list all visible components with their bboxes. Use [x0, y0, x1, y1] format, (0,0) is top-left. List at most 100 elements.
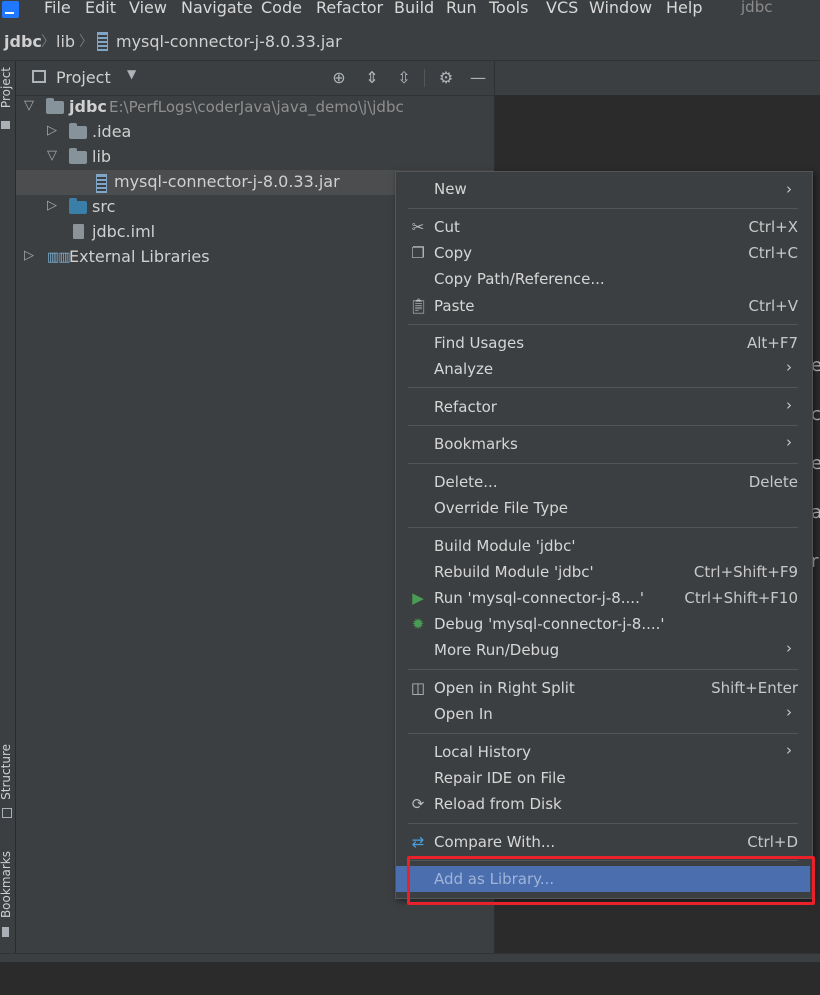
menu-help[interactable]: Help — [666, 0, 702, 17]
menu-separator — [408, 425, 798, 426]
breadcrumb-jar[interactable]: mysql-connector-j-8.0.33.jar — [116, 32, 342, 51]
menu-separator — [408, 669, 798, 670]
tree-label: jdbc.iml — [92, 222, 156, 241]
menu-item-repair-ide[interactable]: Repair IDE on File — [434, 769, 566, 787]
menu-item-reload-from-disk[interactable]: Reload from Disk — [434, 795, 562, 813]
menu-item-compare-with[interactable]: Compare With... — [434, 833, 555, 851]
breadcrumb-lib[interactable]: lib — [56, 32, 75, 51]
jar-icon — [97, 32, 108, 51]
chevron-down-icon[interactable]: ▽ — [47, 148, 57, 163]
menu-navigate[interactable]: Navigate — [181, 0, 253, 17]
menu-item-more-run-debug[interactable]: More Run/Debug — [434, 641, 559, 659]
menu-item-local-history[interactable]: Local History — [434, 743, 531, 761]
tree-label: External Libraries — [69, 247, 210, 266]
module-folder-icon — [46, 98, 64, 114]
tree-row-jdbc[interactable]: ▽ jdbc E:\PerfLogs\coderJava\java_demo\j… — [16, 95, 494, 120]
menu-view[interactable]: View — [129, 0, 167, 17]
menu-separator — [408, 208, 798, 209]
locate-icon[interactable]: ⊕ — [330, 69, 348, 87]
copy-icon: ❐ — [411, 244, 425, 262]
tree-label: src — [92, 197, 116, 216]
menu-item-delete[interactable]: Delete... — [434, 473, 498, 491]
chevron-down-icon[interactable]: ▼ — [127, 67, 136, 81]
menu-vcs[interactable]: VCS — [546, 0, 578, 17]
menu-separator — [408, 463, 798, 464]
tree-label: lib — [92, 147, 112, 166]
menu-edit[interactable]: Edit — [85, 0, 116, 17]
shortcut-open-right-split: Shift+Enter — [711, 679, 798, 697]
shortcut-delete: Delete — [748, 473, 798, 491]
debug-icon: ✹ — [411, 615, 425, 633]
submenu-arrow-icon: › — [786, 396, 792, 414]
scissors-icon: ✂ — [411, 218, 425, 236]
submenu-arrow-icon: › — [786, 433, 792, 451]
menu-tools[interactable]: Tools — [489, 0, 528, 17]
menu-item-debug[interactable]: Debug 'mysql-connector-j-8....' — [434, 615, 665, 633]
menu-item-run[interactable]: Run 'mysql-connector-j-8....' — [434, 589, 644, 607]
menu-run[interactable]: Run — [446, 0, 477, 17]
breadcrumb: jdbc 〉 lib 〉 mysql-connector-j-8.0.33.ja… — [0, 21, 820, 61]
menu-item-new[interactable]: New — [434, 180, 467, 198]
collapse-all-icon[interactable]: ⇳ — [395, 69, 413, 87]
menu-separator — [408, 387, 798, 388]
gear-icon[interactable]: ⚙ — [437, 69, 455, 87]
iml-file-icon — [73, 224, 84, 239]
expand-all-icon[interactable]: ⇕ — [363, 69, 381, 87]
submenu-arrow-icon: › — [786, 358, 792, 376]
breadcrumb-project[interactable]: jdbc — [4, 32, 42, 51]
intellij-logo-icon — [2, 1, 19, 18]
panel-window-icon — [32, 70, 46, 83]
submenu-arrow-icon: › — [786, 180, 792, 198]
menu-item-refactor[interactable]: Refactor — [434, 398, 497, 416]
run-icon: ▶ — [412, 589, 424, 607]
project-panel-header: Project ▼ ⊕ ⇕ ⇳ ⚙ — — [16, 61, 494, 96]
tree-label: mysql-connector-j-8.0.33.jar — [114, 172, 340, 191]
tab-structure[interactable]: Structure — [0, 744, 13, 800]
menu-item-find-usages[interactable]: Find Usages — [434, 334, 524, 352]
menu-refactor[interactable]: Refactor — [316, 0, 383, 17]
chevron-right-icon: 〉 — [41, 34, 55, 50]
chevron-right-icon[interactable]: ▷ — [24, 248, 34, 263]
menu-item-copy-path[interactable]: Copy Path/Reference... — [434, 270, 605, 288]
menu-item-open-in[interactable]: Open In — [434, 705, 493, 723]
panel-title[interactable]: Project — [56, 68, 111, 87]
shortcut-cut: Ctrl+X — [748, 218, 798, 236]
clipboard-icon: 📋︎ — [409, 297, 429, 315]
menu-item-rebuild-module[interactable]: Rebuild Module 'jdbc' — [434, 563, 594, 581]
editor-tab-bar — [495, 61, 820, 95]
chevron-right-icon[interactable]: ▷ — [47, 198, 57, 213]
menu-build[interactable]: Build — [394, 0, 434, 17]
tab-bookmarks[interactable]: Bookmarks — [0, 851, 13, 918]
menu-item-open-right-split[interactable]: Open in Right Split — [434, 679, 575, 697]
menu-item-cut[interactable]: Cut — [434, 218, 460, 236]
tree-label: .idea — [92, 122, 132, 141]
minimize-icon[interactable]: — — [469, 69, 487, 87]
libraries-icon: ▥▥ — [47, 250, 71, 265]
menu-window[interactable]: Window — [589, 0, 652, 17]
menu-item-bookmarks[interactable]: Bookmarks — [434, 435, 518, 453]
menu-item-copy[interactable]: Copy — [434, 244, 472, 262]
menu-code[interactable]: Code — [261, 0, 302, 17]
shortcut-copy: Ctrl+C — [748, 244, 798, 262]
tree-path: E:\PerfLogs\coderJava\java_demo\j\jdbc — [109, 98, 404, 116]
compare-icon: ⇄ — [411, 833, 425, 851]
menu-file[interactable]: File — [44, 0, 71, 17]
chevron-down-icon[interactable]: ▽ — [24, 98, 34, 113]
tree-row-lib[interactable]: ▽ lib — [16, 145, 494, 170]
shortcut-compare: Ctrl+D — [747, 833, 798, 851]
menu-item-analyze[interactable]: Analyze — [434, 360, 493, 378]
bookmark-icon — [2, 927, 9, 937]
header-divider — [424, 69, 425, 87]
shortcut-run: Ctrl+Shift+F10 — [684, 589, 798, 607]
window-title: jdbc — [741, 0, 773, 16]
tree-row-idea[interactable]: ▷ .idea — [16, 120, 494, 145]
menu-item-override-file-type[interactable]: Override File Type — [434, 499, 568, 517]
tree-label: jdbc — [69, 97, 107, 116]
menu-item-paste[interactable]: Paste — [434, 297, 475, 315]
folder-icon — [69, 123, 87, 139]
jar-icon — [96, 174, 107, 193]
menu-separator — [408, 823, 798, 824]
menu-item-build-module[interactable]: Build Module 'jdbc' — [434, 537, 575, 555]
tab-project[interactable]: Project — [0, 67, 13, 108]
chevron-right-icon[interactable]: ▷ — [47, 123, 57, 138]
